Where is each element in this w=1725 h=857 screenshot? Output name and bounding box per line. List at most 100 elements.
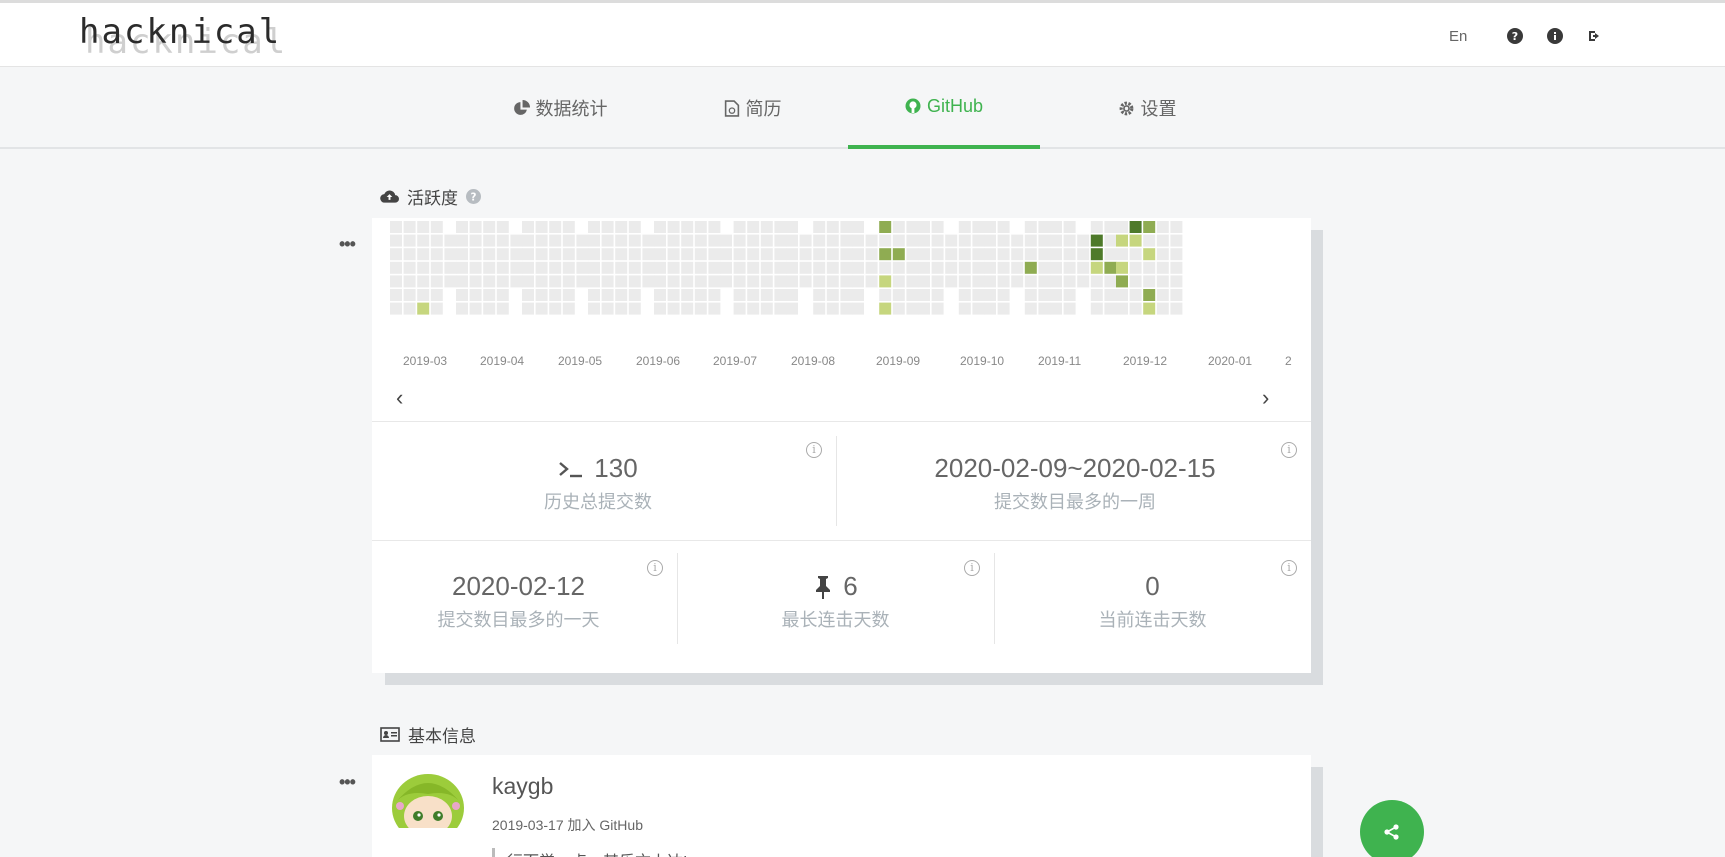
heatmap-cell[interactable] bbox=[906, 221, 919, 233]
heatmap-cell[interactable] bbox=[667, 275, 680, 288]
question-circle-icon[interactable]: ? bbox=[1507, 28, 1523, 44]
heatmap-cell[interactable] bbox=[997, 275, 1010, 288]
heatmap-cell[interactable] bbox=[390, 289, 402, 301]
heatmap-cell[interactable] bbox=[720, 248, 732, 261]
heatmap-cell[interactable] bbox=[417, 275, 430, 288]
heatmap-cell[interactable] bbox=[774, 234, 787, 247]
heatmap-cell[interactable] bbox=[430, 289, 443, 301]
heatmap-cell[interactable] bbox=[840, 234, 853, 247]
heatmap-cell[interactable] bbox=[774, 221, 787, 233]
heatmap-cell[interactable] bbox=[747, 261, 760, 274]
heatmap-cell[interactable] bbox=[430, 221, 443, 233]
heatmap-cell[interactable] bbox=[865, 275, 878, 288]
heatmap-cell[interactable] bbox=[469, 234, 482, 247]
heatmap-cell[interactable] bbox=[681, 302, 694, 315]
heatmap-cell[interactable] bbox=[694, 275, 707, 288]
heatmap-cell[interactable] bbox=[840, 275, 853, 288]
heatmap-cell[interactable] bbox=[1090, 302, 1103, 315]
heatmap-cell[interactable] bbox=[1116, 289, 1128, 301]
heatmap-cell[interactable] bbox=[417, 248, 430, 261]
heatmap-cell[interactable] bbox=[403, 275, 416, 288]
heatmap-cell[interactable] bbox=[469, 221, 482, 233]
heatmap-cell[interactable] bbox=[390, 221, 402, 233]
heatmap-cell[interactable] bbox=[654, 221, 666, 233]
heatmap-cell[interactable] bbox=[786, 302, 798, 315]
heatmap-cell[interactable] bbox=[852, 289, 864, 301]
heatmap-cell[interactable] bbox=[1116, 302, 1128, 315]
heatmap-cell[interactable] bbox=[1063, 275, 1076, 288]
heatmap-cell[interactable] bbox=[1050, 289, 1062, 301]
heatmap-cell[interactable] bbox=[826, 221, 839, 233]
heatmap-cell[interactable] bbox=[601, 302, 614, 315]
language-toggle[interactable]: En bbox=[1449, 28, 1467, 45]
heatmap-cell[interactable] bbox=[469, 275, 482, 288]
heatmap-cell[interactable] bbox=[945, 261, 958, 274]
heatmap-cell[interactable] bbox=[510, 275, 523, 288]
heatmap-cell[interactable] bbox=[972, 302, 985, 315]
heatmap-cell[interactable] bbox=[681, 261, 694, 274]
heatmap-cell[interactable] bbox=[826, 248, 839, 261]
heatmap-cell[interactable] bbox=[840, 289, 853, 301]
heatmap-cell[interactable] bbox=[1090, 275, 1103, 288]
heatmap-cell[interactable] bbox=[774, 289, 787, 301]
heatmap-cell[interactable] bbox=[1156, 302, 1169, 315]
heatmap-cell[interactable] bbox=[1104, 248, 1117, 261]
heatmap-cell[interactable] bbox=[417, 289, 430, 301]
heatmap-cell[interactable] bbox=[522, 234, 534, 247]
heatmap-cell[interactable] bbox=[918, 221, 930, 233]
heatmap-cell[interactable] bbox=[549, 261, 562, 274]
heatmap-cell[interactable] bbox=[931, 302, 944, 315]
heatmap-cell[interactable] bbox=[628, 248, 641, 261]
heatmap-cell[interactable] bbox=[522, 302, 534, 315]
heatmap-cell[interactable] bbox=[1011, 275, 1024, 288]
heatmap-cell[interactable] bbox=[628, 302, 641, 315]
heatmap-cell[interactable] bbox=[1143, 302, 1156, 315]
heatmap-cell[interactable] bbox=[958, 289, 971, 301]
heatmap-cell[interactable] bbox=[892, 221, 905, 233]
heatmap-cell[interactable] bbox=[681, 234, 694, 247]
heatmap-cell[interactable] bbox=[708, 221, 721, 233]
heatmap-cell[interactable] bbox=[774, 302, 787, 315]
heatmap-cell[interactable] bbox=[549, 248, 562, 261]
tab-settings[interactable]: 设置 bbox=[1097, 67, 1197, 149]
heatmap-cell[interactable] bbox=[918, 289, 930, 301]
tab-resume[interactable]: 简历 bbox=[705, 67, 800, 149]
heatmap-cell[interactable] bbox=[654, 275, 666, 288]
heatmap-cell[interactable] bbox=[840, 248, 853, 261]
heatmap-cell[interactable] bbox=[774, 248, 787, 261]
heatmap-cell[interactable] bbox=[1129, 248, 1142, 261]
heatmap-cell[interactable] bbox=[444, 275, 457, 288]
heatmap-cell[interactable] bbox=[958, 261, 971, 274]
heatmap-cell[interactable] bbox=[1104, 234, 1117, 247]
heatmap-cell[interactable] bbox=[535, 248, 548, 261]
heatmap-cell[interactable] bbox=[535, 275, 548, 288]
heatmap-cell[interactable] bbox=[588, 261, 600, 274]
heatmap-cell[interactable] bbox=[892, 234, 905, 247]
heatmap-cell[interactable] bbox=[483, 234, 496, 247]
heatmap-cell[interactable] bbox=[906, 248, 919, 261]
heatmap-cell[interactable] bbox=[694, 261, 707, 274]
heatmap-cell[interactable] bbox=[1050, 248, 1062, 261]
heatmap-cell[interactable] bbox=[997, 221, 1010, 233]
heatmap-cell[interactable] bbox=[813, 289, 826, 301]
heatmap-cell[interactable] bbox=[708, 302, 721, 315]
heatmap-cell[interactable] bbox=[615, 221, 628, 233]
heatmap-cell[interactable] bbox=[1156, 221, 1169, 233]
avatar[interactable] bbox=[390, 772, 466, 828]
heatmap-cell[interactable] bbox=[496, 221, 509, 233]
heatmap-cell[interactable] bbox=[720, 261, 732, 274]
heatmap-cell[interactable] bbox=[1129, 221, 1142, 233]
heatmap-cell[interactable] bbox=[799, 248, 812, 261]
heatmap-cell[interactable] bbox=[654, 261, 666, 274]
heatmap-cell[interactable] bbox=[576, 234, 589, 247]
heatmap-cell[interactable] bbox=[403, 302, 416, 315]
heatmap-cell[interactable] bbox=[945, 248, 958, 261]
heatmap-cell[interactable] bbox=[813, 221, 826, 233]
heatmap-cell[interactable] bbox=[654, 289, 666, 301]
heatmap-cell[interactable] bbox=[576, 261, 589, 274]
heatmap-cell[interactable] bbox=[958, 248, 971, 261]
heatmap-cell[interactable] bbox=[1090, 289, 1103, 301]
heatmap-cell[interactable] bbox=[390, 302, 402, 315]
heatmap-cell[interactable] bbox=[958, 302, 971, 315]
heatmap-cell[interactable] bbox=[958, 275, 971, 288]
